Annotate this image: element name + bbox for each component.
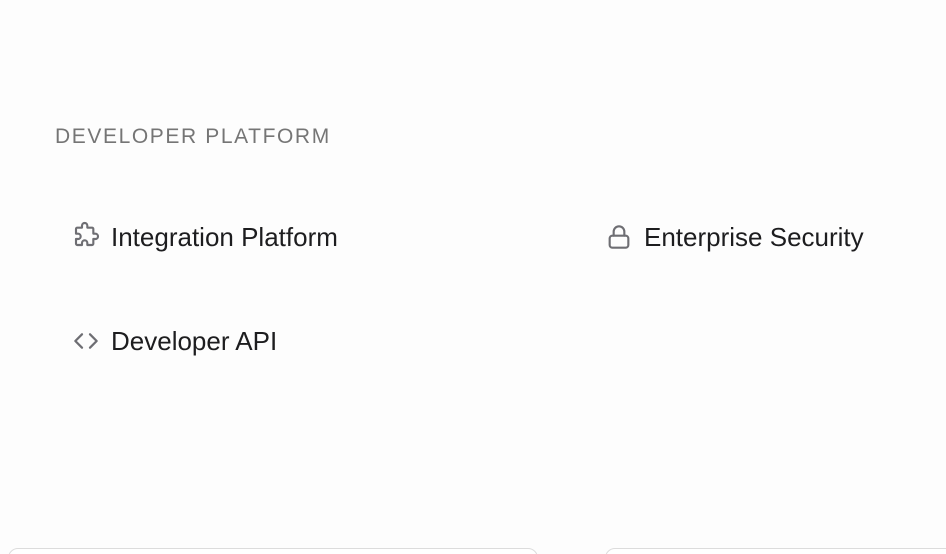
card-preview-left <box>8 548 538 554</box>
section-heading: DEVELOPER PLATFORM <box>55 125 331 148</box>
integration-platform-label: Integration Platform <box>111 222 338 252</box>
code-icon <box>70 325 102 357</box>
card-preview-right <box>605 548 946 554</box>
puzzle-icon <box>70 221 102 253</box>
lock-icon <box>603 221 635 253</box>
enterprise-security-link[interactable]: Enterprise Security <box>603 221 864 253</box>
developer-api-link[interactable]: Developer API <box>70 325 277 357</box>
integration-platform-link[interactable]: Integration Platform <box>70 221 338 253</box>
enterprise-security-label: Enterprise Security <box>644 222 864 252</box>
developer-api-label: Developer API <box>111 326 278 356</box>
developer-platform-panel: DEVELOPER PLATFORM Integration Platform … <box>0 0 946 554</box>
